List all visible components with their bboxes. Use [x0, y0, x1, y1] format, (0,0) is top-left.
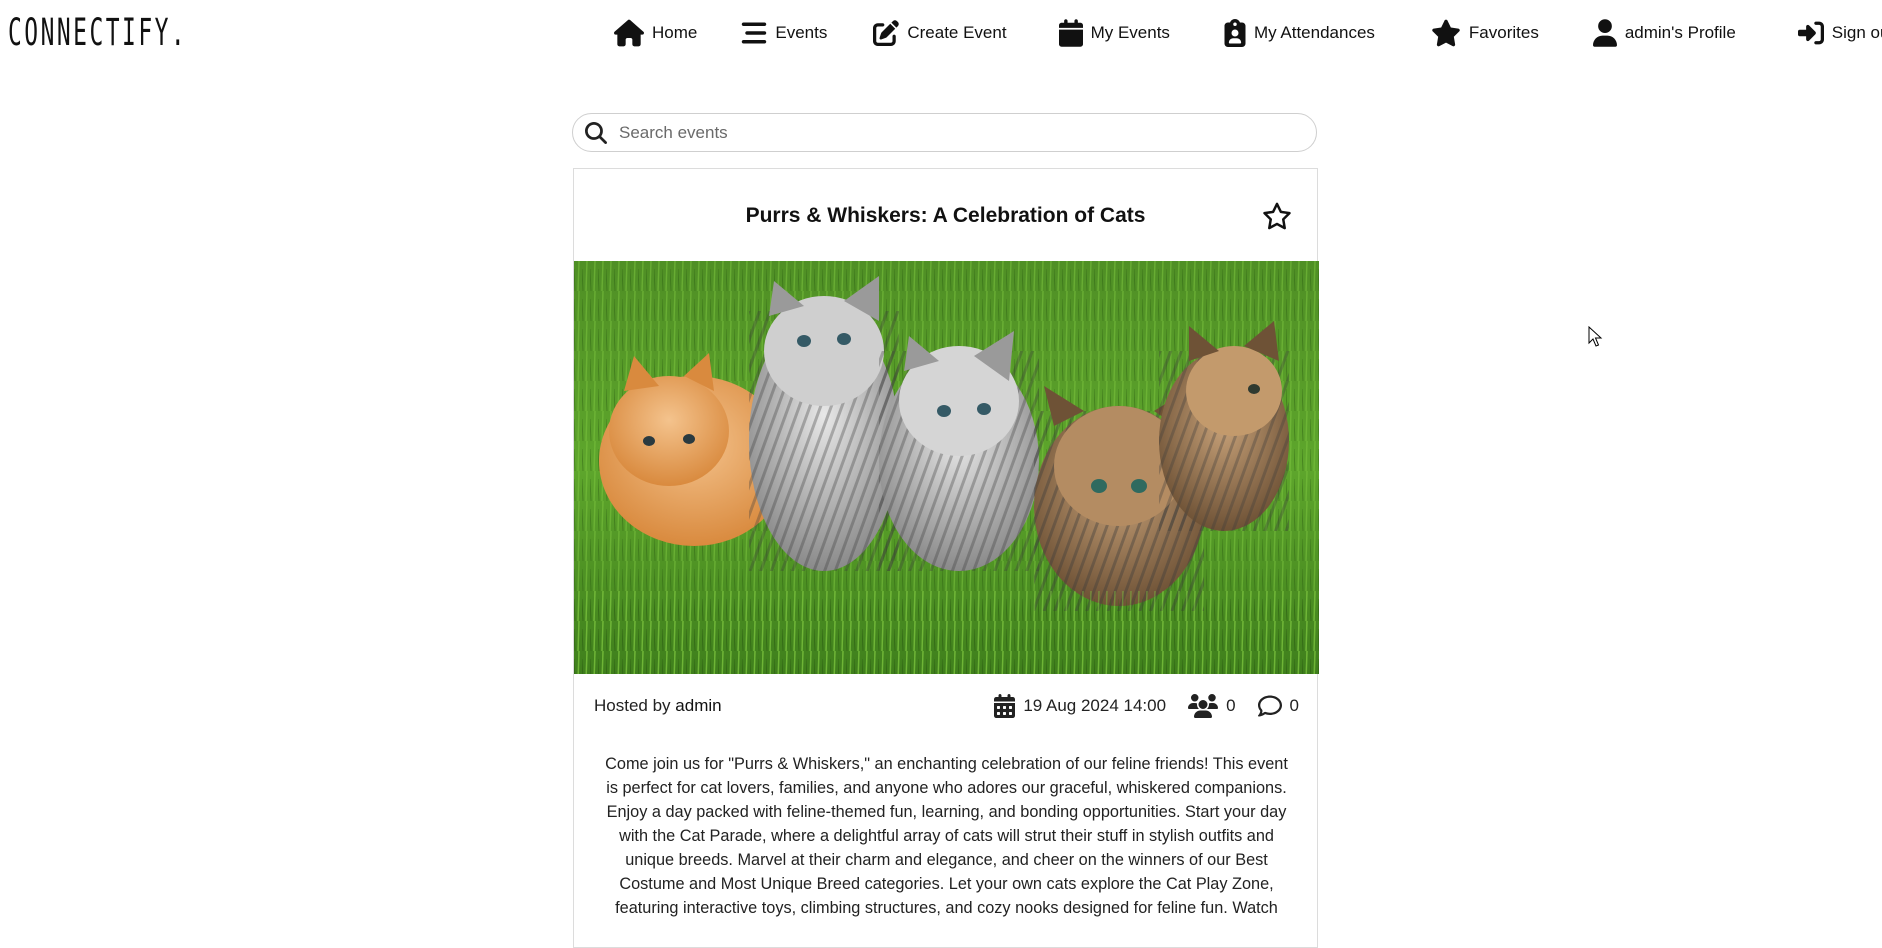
- nav-home-label: Home: [652, 23, 698, 42]
- event-meta: Hosted by admin 19 Aug 2024 14:00 0 0: [574, 674, 1319, 738]
- event-description: Come join us for "Purrs & Whiskers," an …: [605, 755, 1288, 917]
- comment-icon: [1257, 695, 1282, 717]
- event-date-value: 19 Aug 2024 14:00: [1023, 696, 1167, 715]
- event-stats: 19 Aug 2024 14:00 0 0: [994, 691, 1299, 721]
- nav-my-attendances[interactable]: My Attendances: [1224, 19, 1375, 47]
- nav-favorites-label: Favorites: [1468, 23, 1539, 42]
- nav-events-label: Events: [775, 23, 828, 42]
- star-outline-icon: [1263, 202, 1291, 230]
- brand-logo[interactable]: CONNECTIFY.: [8, 12, 187, 54]
- event-card-header: Purrs & Whiskers: A Celebration of Cats: [574, 169, 1317, 261]
- nav-profile-label: admin's Profile: [1624, 23, 1736, 42]
- list-icon: [742, 22, 767, 44]
- calendar-icon: [994, 694, 1016, 718]
- users-icon: [1188, 694, 1219, 718]
- nav-favorites[interactable]: Favorites: [1431, 19, 1539, 47]
- edit-icon: [873, 20, 900, 46]
- hosted-by-label: Hosted by: [594, 696, 671, 715]
- nav-my-events-label: My Events: [1090, 23, 1170, 42]
- nav-events[interactable]: Events: [741, 19, 827, 47]
- favorite-toggle-button[interactable]: [1262, 201, 1292, 231]
- event-photo: [574, 261, 1319, 674]
- sign-in-icon: [1797, 21, 1824, 45]
- event-date: 19 Aug 2024 14:00: [994, 694, 1166, 718]
- attendees-count-value: 0: [1226, 696, 1236, 715]
- comments-count-value: 0: [1289, 696, 1299, 715]
- event-card: Purrs & Whiskers: A Celebration of Cats: [573, 168, 1319, 948]
- event-image: [574, 261, 1319, 674]
- nav-menu: Home Events Create Event My Events My At…: [614, 18, 1882, 48]
- attendees-count[interactable]: 0: [1188, 694, 1236, 718]
- nav-create-event-label: Create Event: [907, 23, 1007, 42]
- host-info: Hosted by admin: [594, 696, 722, 716]
- clipboard-user-icon: [1224, 19, 1246, 47]
- mouse-cursor-icon: [1588, 326, 1603, 347]
- nav-my-events[interactable]: My Events: [1058, 19, 1170, 47]
- event-title[interactable]: Purrs & Whiskers: A Celebration of Cats: [574, 204, 1317, 228]
- comments-count[interactable]: 0: [1257, 694, 1299, 718]
- user-icon: [1592, 19, 1617, 47]
- nav-my-attendances-label: My Attendances: [1253, 23, 1375, 42]
- nav-home[interactable]: Home: [614, 19, 697, 47]
- star-solid-icon: [1432, 19, 1460, 47]
- search-icon: [585, 121, 607, 144]
- calendar-icon: [1058, 19, 1083, 47]
- nav-sign-out[interactable]: Sign out: [1797, 19, 1882, 47]
- host-link[interactable]: admin: [675, 696, 721, 715]
- home-icon: [614, 19, 644, 47]
- nav-sign-out-label: Sign out: [1831, 23, 1882, 42]
- search-input[interactable]: [617, 121, 1297, 144]
- search-bar: [572, 113, 1317, 152]
- nav-profile[interactable]: admin's Profile: [1592, 19, 1736, 47]
- nav-create-event[interactable]: Create Event: [873, 19, 1007, 47]
- navbar: CONNECTIFY. Home Events Create Event My …: [0, 0, 1882, 66]
